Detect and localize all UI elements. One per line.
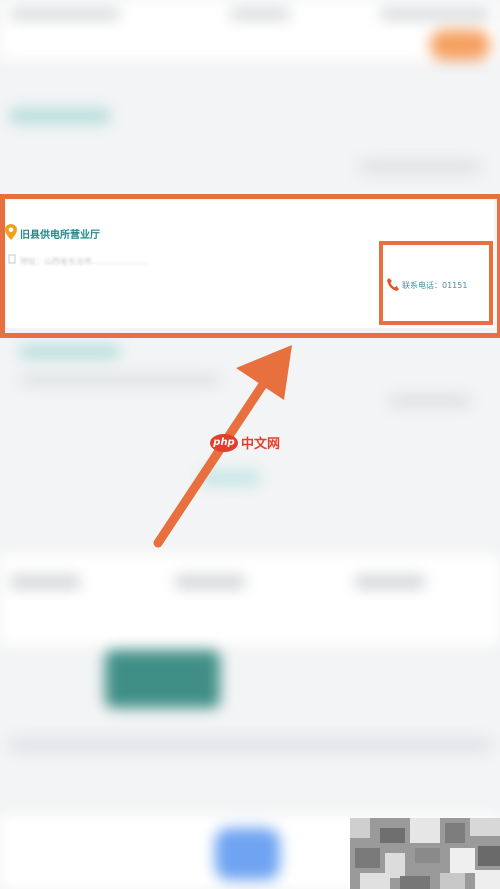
blurred-status — [10, 8, 120, 20]
blurred-tab — [175, 575, 245, 589]
blurred-orange-button — [430, 30, 490, 60]
blurred-row — [10, 738, 490, 752]
pixelated-corner — [350, 818, 500, 889]
blurred-row — [390, 395, 470, 407]
blurred-tab — [10, 108, 110, 124]
blurred-status — [380, 8, 490, 20]
blurred-row — [20, 345, 120, 359]
watermark-text: 中文网 — [241, 437, 281, 452]
blurred-status — [230, 8, 290, 20]
blurred-panel — [0, 555, 500, 645]
blurred-tab — [10, 575, 80, 589]
phone-highlight-frame — [379, 241, 493, 325]
blurred-tab — [355, 575, 425, 589]
watermark: php 中文网 — [210, 433, 280, 452]
blurred-green-button — [105, 650, 220, 708]
watermark-badge: php — [210, 433, 238, 452]
blurred-blue-button — [215, 828, 280, 880]
blurred-row — [20, 375, 220, 385]
blurred-row — [200, 470, 260, 486]
blurred-row — [360, 160, 480, 174]
